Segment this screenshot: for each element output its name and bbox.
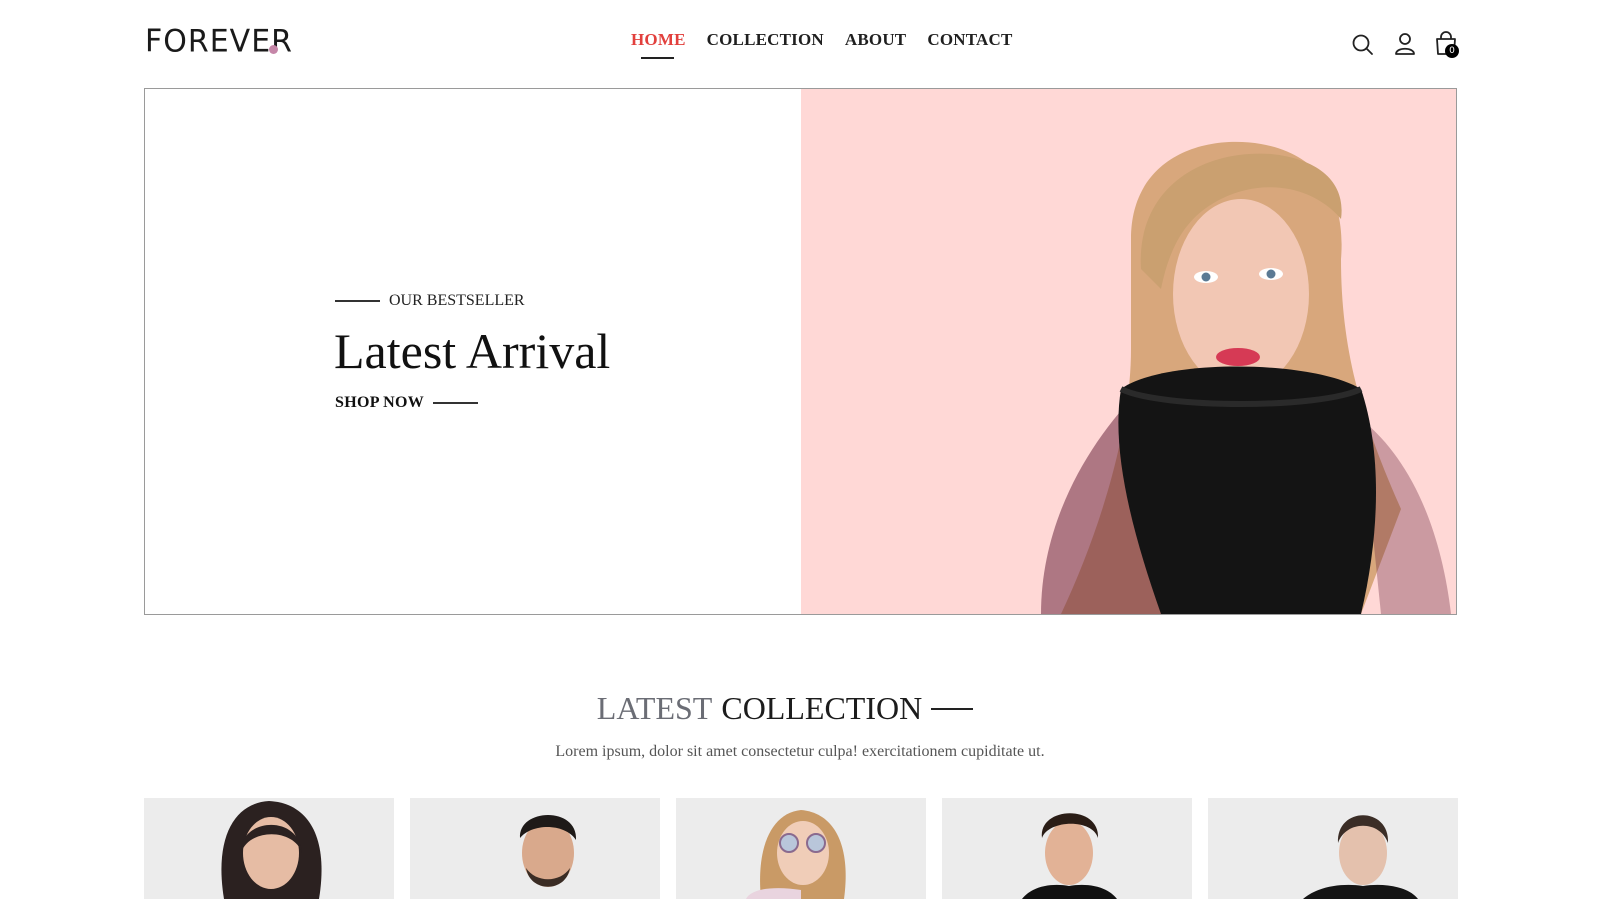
brand-logo[interactable]: FOREVER: [145, 23, 293, 60]
hero-text-panel: OUR BESTSELLER Latest Arrival SHOP NOW: [145, 89, 801, 614]
hero-eyebrow: OUR BESTSELLER: [389, 292, 525, 309]
product-image: [746, 810, 846, 899]
shop-now-label: SHOP NOW: [335, 394, 425, 411]
product-image: [1303, 815, 1418, 899]
cart-count-badge: 0: [1445, 44, 1459, 58]
nav-item-contact[interactable]: CONTACT: [927, 30, 1012, 50]
site-header: FOREVER HOME COLLECTION ABOUT CONTACT 0: [0, 0, 1600, 87]
product-card[interactable]: [410, 798, 660, 899]
shop-now-line: [433, 402, 479, 404]
collection-title: LATEST COLLECTION: [0, 690, 1585, 727]
collection-title-line: [931, 707, 974, 710]
nav-active-underline: [641, 57, 674, 59]
hero-image: [801, 89, 1456, 614]
product-image: [221, 801, 322, 899]
product-card[interactable]: [144, 798, 394, 899]
collection-title-strong: COLLECTION: [721, 690, 923, 726]
brand-logo-dot: [269, 45, 278, 54]
product-card[interactable]: [1208, 798, 1458, 899]
search-icon[interactable]: [1350, 32, 1376, 58]
nav-item-collection[interactable]: COLLECTION: [707, 30, 824, 50]
product-card[interactable]: [676, 798, 926, 899]
user-icon[interactable]: [1392, 31, 1418, 57]
product-image: [1022, 813, 1117, 899]
hero-title: Latest Arrival: [334, 323, 611, 379]
shop-now-button[interactable]: SHOP NOW: [335, 394, 479, 412]
hero-model-illustration: [1041, 141, 1451, 614]
nav-item-about[interactable]: ABOUT: [845, 30, 906, 50]
collection-subtitle: Lorem ipsum, dolor sit amet consectetur …: [555, 743, 1045, 760]
nav-item-home[interactable]: HOME: [631, 30, 686, 50]
hero-eyebrow-row: OUR BESTSELLER: [335, 292, 525, 310]
product-card[interactable]: [942, 798, 1192, 899]
product-image: [519, 815, 577, 887]
eyebrow-line: [335, 300, 380, 302]
main-nav: HOME COLLECTION ABOUT CONTACT: [631, 30, 1013, 50]
product-grid: [144, 798, 1458, 899]
hero-banner: OUR BESTSELLER Latest Arrival SHOP NOW: [144, 88, 1457, 615]
collection-title-muted: LATEST: [596, 690, 713, 726]
